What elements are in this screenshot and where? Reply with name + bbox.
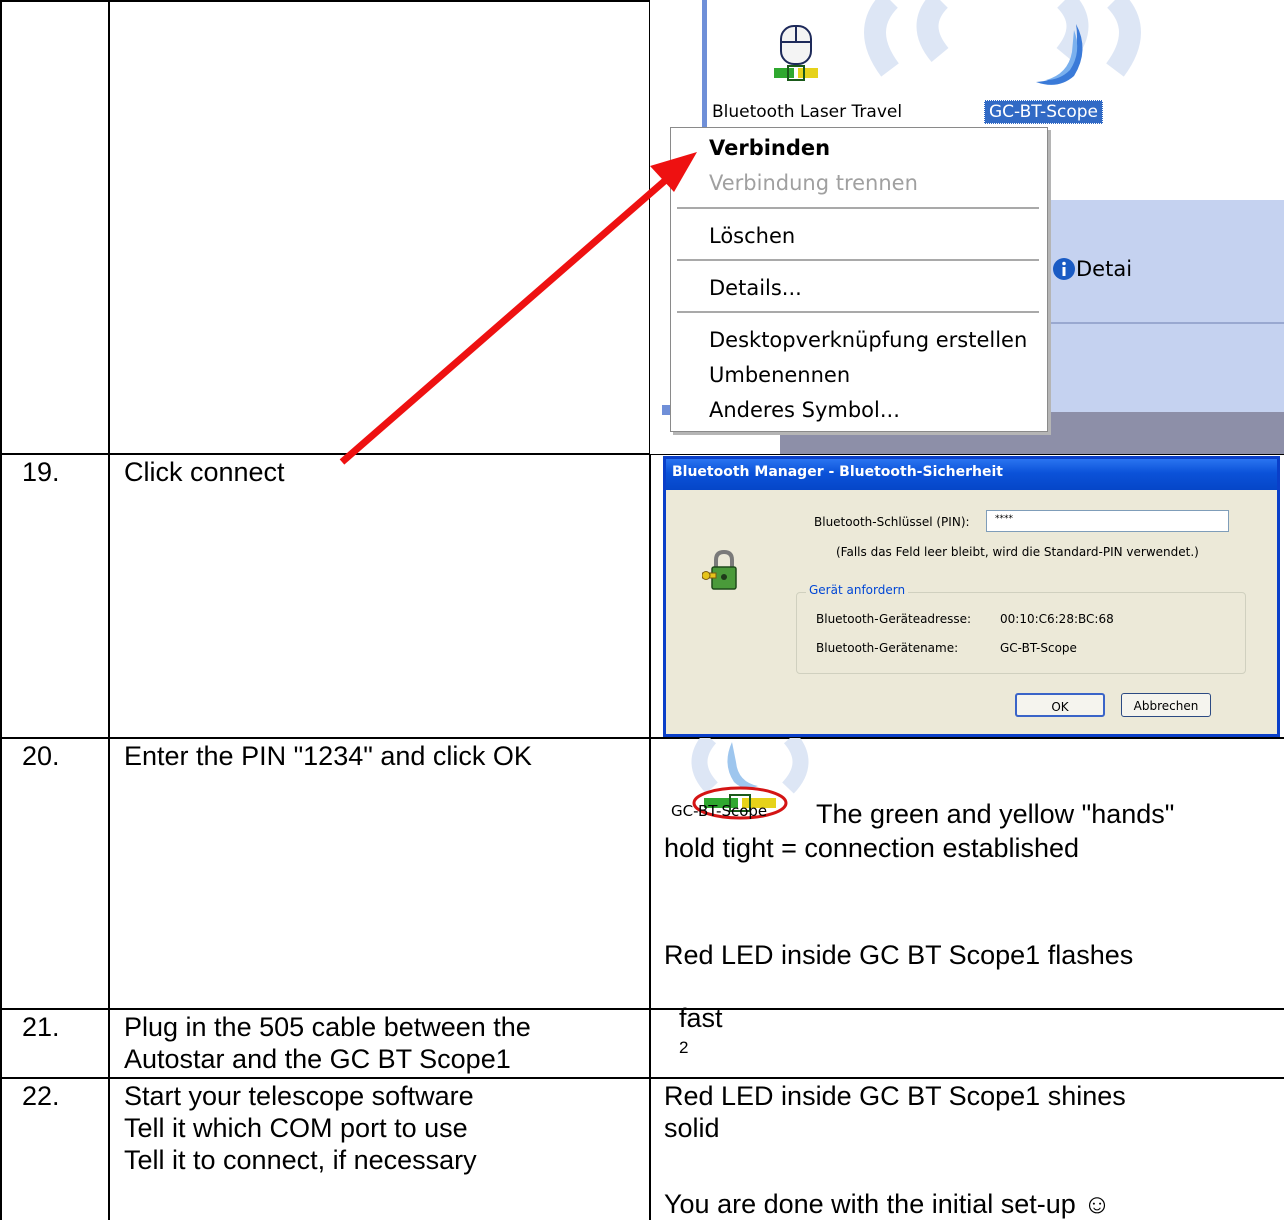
red-arrow-annotation xyxy=(339,152,697,465)
